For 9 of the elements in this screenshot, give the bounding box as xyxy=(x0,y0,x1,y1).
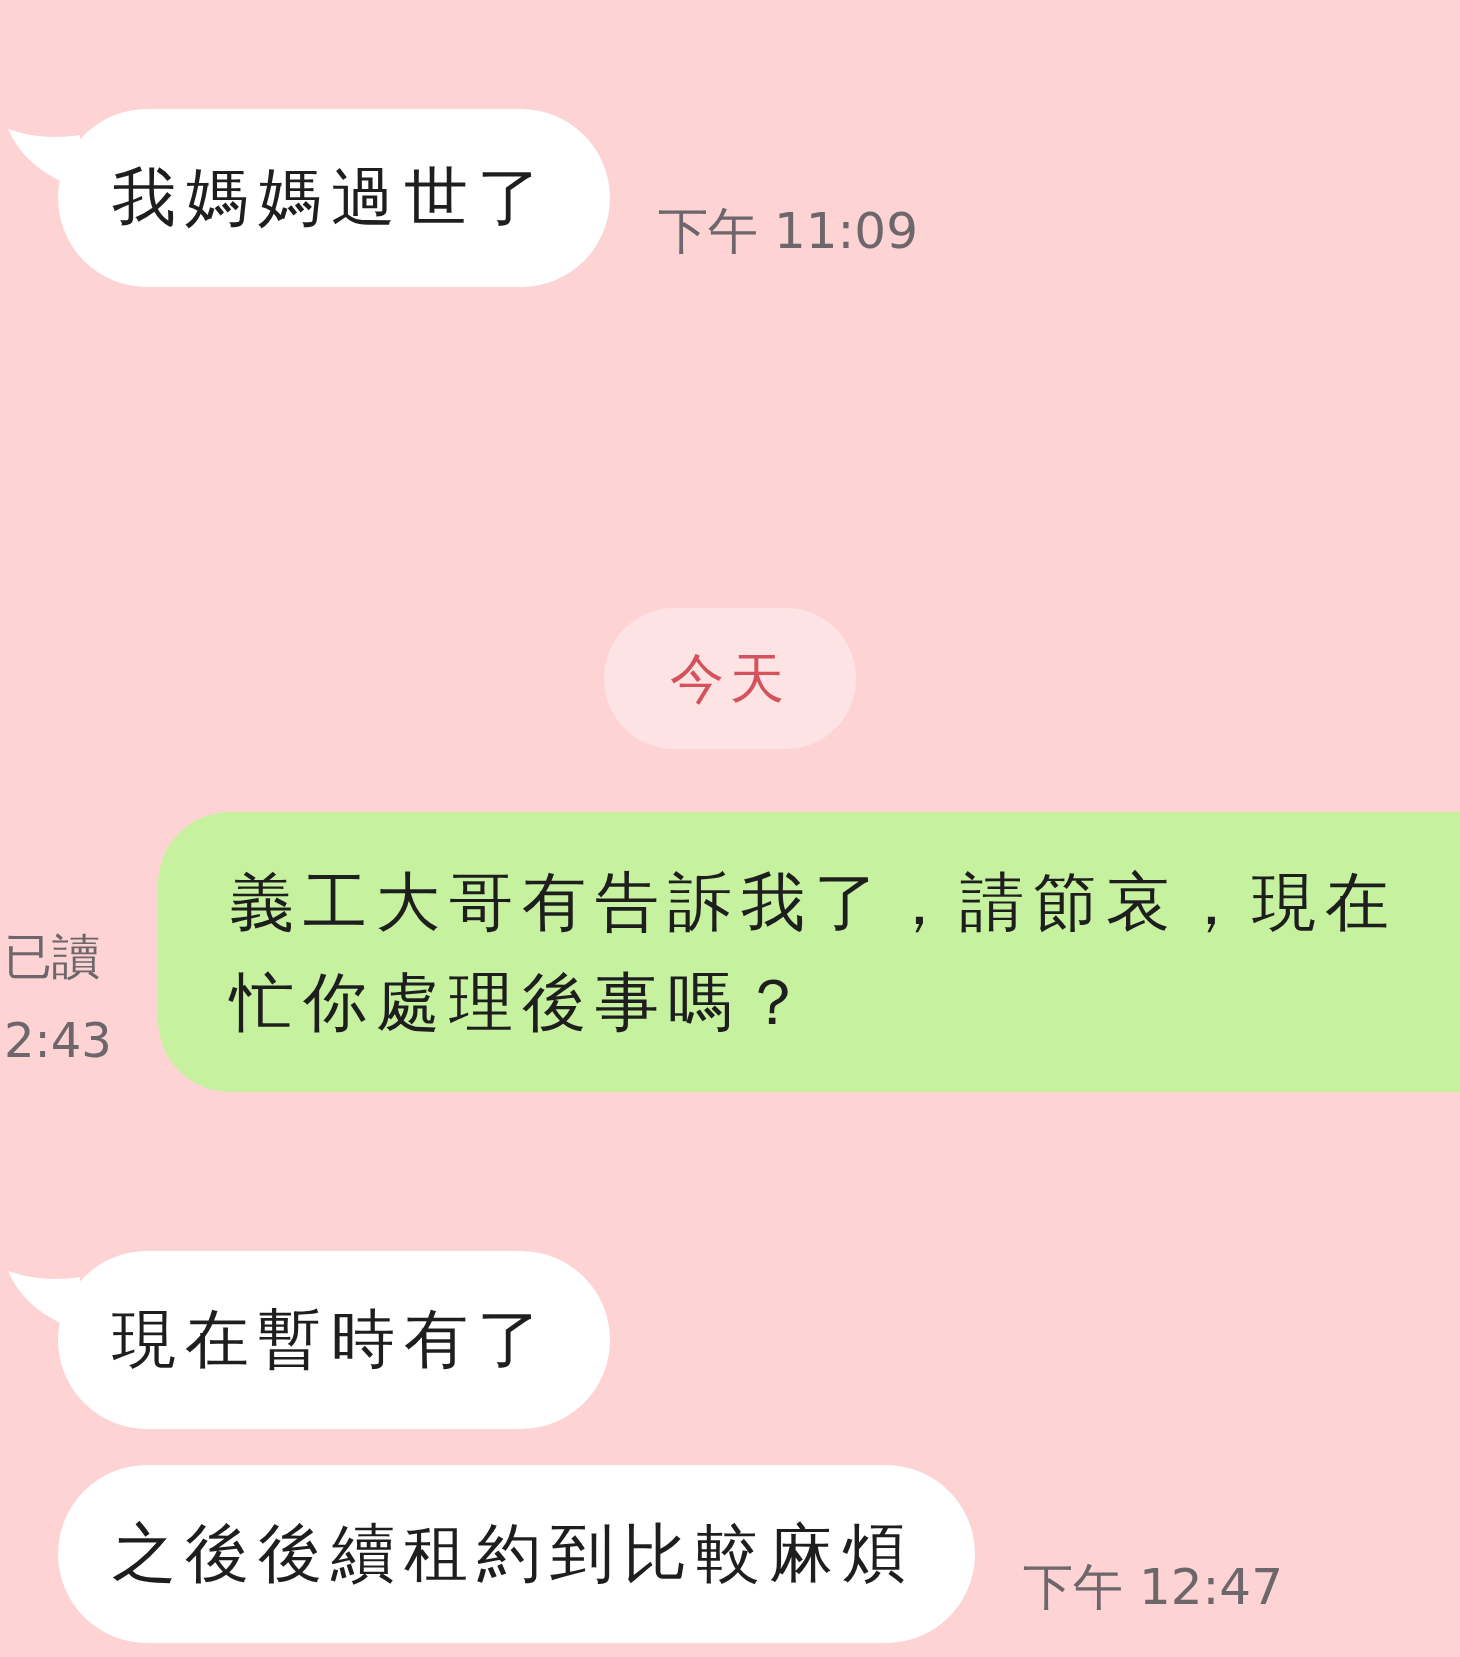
message-bubble: 之後後續租約到比較麻煩 xyxy=(58,1465,975,1643)
message-time: 2:43 xyxy=(4,1011,113,1070)
message-time: 下午 12:47 xyxy=(1023,1557,1283,1618)
read-receipt: 已讀 xyxy=(4,927,101,986)
date-label: 今天 xyxy=(604,608,856,749)
message-bubble: 我媽媽過世了 xyxy=(58,109,610,287)
message-bubble: 義工大哥有告訴我了，請節哀，現在忙你處理後事嗎？ xyxy=(158,812,1460,1092)
message-bubble: 現在暫時有了 xyxy=(58,1251,610,1429)
message-time: 下午 11:09 xyxy=(658,201,918,262)
